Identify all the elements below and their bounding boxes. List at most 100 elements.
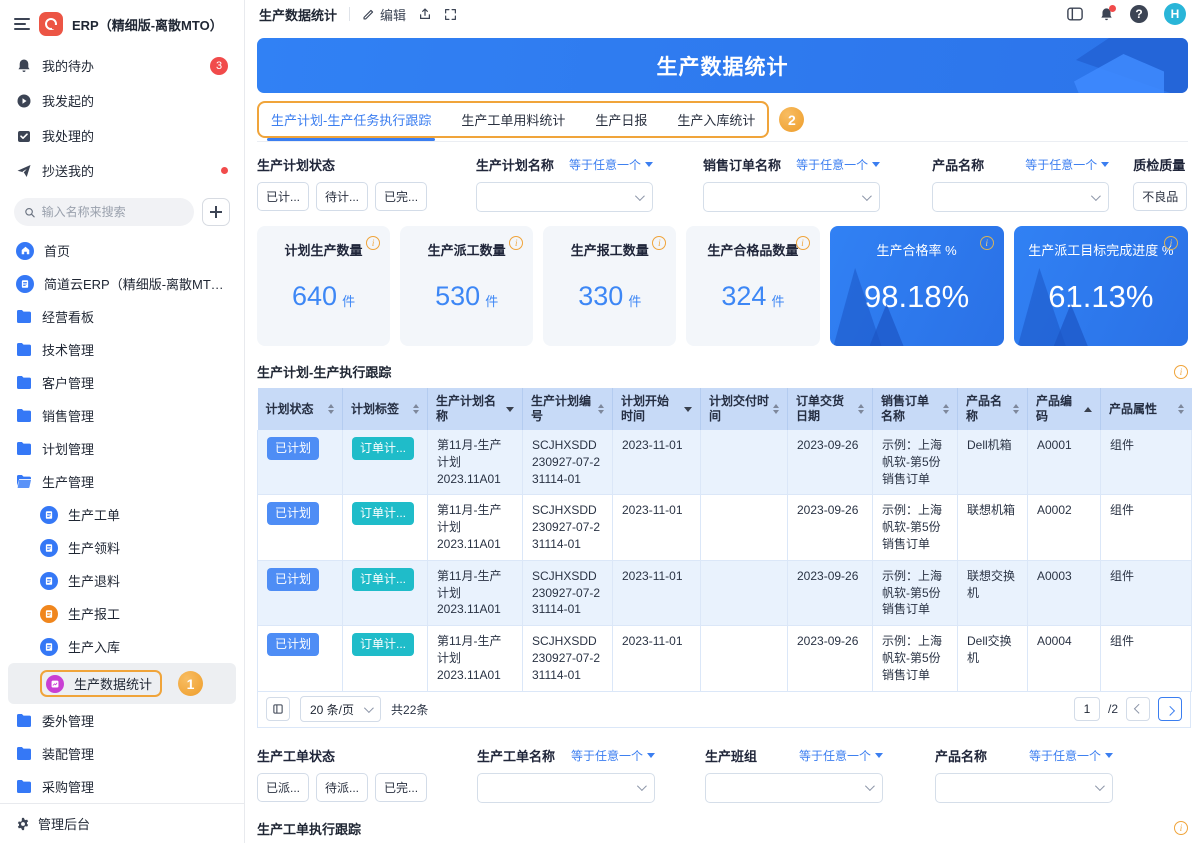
cell-tag: 订单计...	[343, 560, 428, 625]
menu-toggle-icon[interactable]	[14, 18, 30, 30]
sidebar-item-production-inbound[interactable]: 生产入库	[8, 630, 236, 663]
sidebar-item-work-report[interactable]: 生产报工	[8, 597, 236, 630]
column-header[interactable]: 计划标签	[343, 388, 428, 430]
edit-button[interactable]: 编辑	[362, 5, 406, 24]
filter-status-pending[interactable]: 待派...	[316, 773, 368, 802]
sidebar-item-processed[interactable]: 我处理的	[8, 118, 236, 153]
sidebar-folder-assembly[interactable]: 装配管理	[8, 737, 236, 770]
table-row[interactable]: 已计划 订单计... 第11月-生产计划 2023.11A01 SCJHXSDD…	[258, 430, 1192, 495]
sidebar-folder-purchasing[interactable]: 采购管理	[8, 770, 236, 803]
kpi-unit: 件	[342, 291, 355, 310]
cell-order-date: 2023-09-26	[788, 495, 873, 560]
page-size-select[interactable]: 20 条/页	[300, 696, 381, 722]
filter-operator-dropdown[interactable]: 等于任意一个	[1029, 747, 1113, 764]
kpi-title: 生产合格率 %	[877, 240, 957, 259]
cell-attr: 组件	[1101, 495, 1192, 560]
tab-order-material-stats[interactable]: 生产工单用料统计	[461, 110, 565, 129]
info-icon[interactable]	[1174, 821, 1188, 835]
info-icon[interactable]	[1174, 365, 1188, 379]
filter-status-done[interactable]: 已完...	[375, 182, 427, 211]
collapse-panel-button[interactable]	[1067, 7, 1083, 21]
sidebar-item-production-stats[interactable]: 生产数据统计 1	[8, 663, 236, 704]
column-settings-button[interactable]	[266, 697, 290, 721]
info-icon[interactable]	[509, 236, 523, 250]
kpi-title: 计划生产数量	[285, 240, 363, 259]
filter-label: 质检质量	[1133, 155, 1188, 174]
sidebar-item-jdy-erp[interactable]: 简道云ERP（精细版-离散MTO）「...	[8, 267, 236, 300]
sidebar-folder-sales[interactable]: 销售管理	[8, 399, 236, 432]
table-row[interactable]: 已计划 订单计... 第11月-生产计划 2023.11A01 SCJHXSDD…	[258, 495, 1192, 560]
sidebar-item-todo[interactable]: 我的待办 3	[8, 48, 236, 83]
filter-operator-dropdown[interactable]: 等于任意一个	[1025, 156, 1109, 173]
filter-status-dispatched[interactable]: 已派...	[257, 773, 309, 802]
help-button[interactable]	[1130, 5, 1148, 23]
filter-status-planned[interactable]: 已计...	[257, 182, 309, 211]
add-button[interactable]	[202, 198, 230, 226]
notifications-button[interactable]	[1099, 7, 1114, 22]
filter-status-pending[interactable]: 待计...	[316, 182, 368, 211]
column-header[interactable]: 计划状态	[258, 388, 343, 430]
filter-operator-dropdown[interactable]: 等于任意一个	[799, 747, 883, 764]
pagination-bar: 20 条/页 共22条 1 /2	[257, 692, 1191, 728]
filter-operator-dropdown[interactable]: 等于任意一个	[796, 156, 880, 173]
sidebar-folder-customer[interactable]: 客户管理	[8, 366, 236, 399]
column-header[interactable]: 产品名称	[958, 388, 1028, 430]
filter-status-done[interactable]: 已完...	[375, 773, 427, 802]
search-input[interactable]	[42, 205, 184, 219]
sidebar-item-home[interactable]: 首页	[8, 234, 236, 267]
sidebar-item-production-order[interactable]: 生产工单	[8, 498, 236, 531]
sidebar-item-cc[interactable]: 抄送我的	[8, 153, 236, 188]
sidebar-item-material-return[interactable]: 生产退料	[8, 564, 236, 597]
fullscreen-button[interactable]	[444, 8, 457, 21]
page-input[interactable]: 1	[1074, 697, 1100, 721]
sidebar-folder-production[interactable]: 生产管理	[8, 465, 236, 498]
table-row[interactable]: 已计划 订单计... 第11月-生产计划 2023.11A01 SCJHXSDD…	[258, 626, 1192, 691]
column-header[interactable]: 生产计划名称	[428, 388, 523, 430]
tab-inbound-stats[interactable]: 生产入库统计	[677, 110, 755, 129]
column-header[interactable]: 生产计划编号	[523, 388, 613, 430]
info-icon[interactable]	[366, 236, 380, 250]
table-row[interactable]: 已计划 订单计... 第11月-生产计划 2023.11A01 SCJHXSDD…	[258, 560, 1192, 625]
info-icon[interactable]	[1164, 236, 1178, 250]
filter-operator-dropdown[interactable]: 等于任意一个	[571, 747, 655, 764]
column-header[interactable]: 计划开始时间	[613, 388, 701, 430]
nav-label: 生产退料	[68, 571, 120, 590]
column-header[interactable]: 产品编码	[1028, 388, 1101, 430]
sidebar-search[interactable]	[14, 198, 194, 226]
kpi-value: 324	[721, 281, 766, 312]
plan-name-select[interactable]	[476, 182, 653, 212]
tab-daily-report[interactable]: 生产日报	[595, 110, 647, 129]
share-button[interactable]	[418, 7, 432, 21]
tab-plan-task-tracking[interactable]: 生产计划-生产任务执行跟踪	[271, 110, 431, 129]
sidebar-item-initiated[interactable]: 我发起的	[8, 83, 236, 118]
cell-plan-name: 第11月-生产计划 2023.11A01	[428, 560, 523, 625]
prev-page-button[interactable]	[1126, 697, 1150, 721]
sidebar-folder-dashboard[interactable]: 经营看板	[8, 300, 236, 333]
sidebar-folder-tech[interactable]: 技术管理	[8, 333, 236, 366]
sidebar-folder-planning[interactable]: 计划管理	[8, 432, 236, 465]
product-name-select[interactable]	[935, 773, 1113, 803]
column-header[interactable]: 产品属性	[1101, 388, 1192, 430]
order-name-select[interactable]	[477, 773, 655, 803]
kpi-title: 生产报工数量	[571, 240, 649, 259]
nav-label: 委外管理	[42, 711, 94, 730]
filter-operator-dropdown[interactable]: 等于任意一个	[569, 156, 653, 173]
topbar: 生产数据统计 编辑 H	[245, 0, 1200, 28]
info-icon[interactable]	[796, 236, 810, 250]
team-select[interactable]	[705, 773, 883, 803]
cell-due-date	[701, 560, 788, 625]
sidebar-item-material-pick[interactable]: 生产领料	[8, 531, 236, 564]
next-page-button[interactable]	[1158, 697, 1182, 721]
sidebar-folder-outsourcing[interactable]: 委外管理	[8, 704, 236, 737]
info-icon[interactable]	[652, 236, 666, 250]
column-header[interactable]: 销售订单名称	[873, 388, 958, 430]
column-header[interactable]: 订单交货日期	[788, 388, 873, 430]
info-icon[interactable]	[980, 236, 994, 250]
admin-backend-button[interactable]: 管理后台	[0, 803, 244, 843]
divider	[349, 7, 350, 21]
product-name-select[interactable]	[932, 182, 1109, 212]
user-avatar[interactable]: H	[1164, 3, 1186, 25]
filter-defective-button[interactable]: 不良品	[1133, 182, 1187, 211]
sales-order-select[interactable]	[703, 182, 880, 212]
column-header[interactable]: 计划交付时间	[701, 388, 788, 430]
